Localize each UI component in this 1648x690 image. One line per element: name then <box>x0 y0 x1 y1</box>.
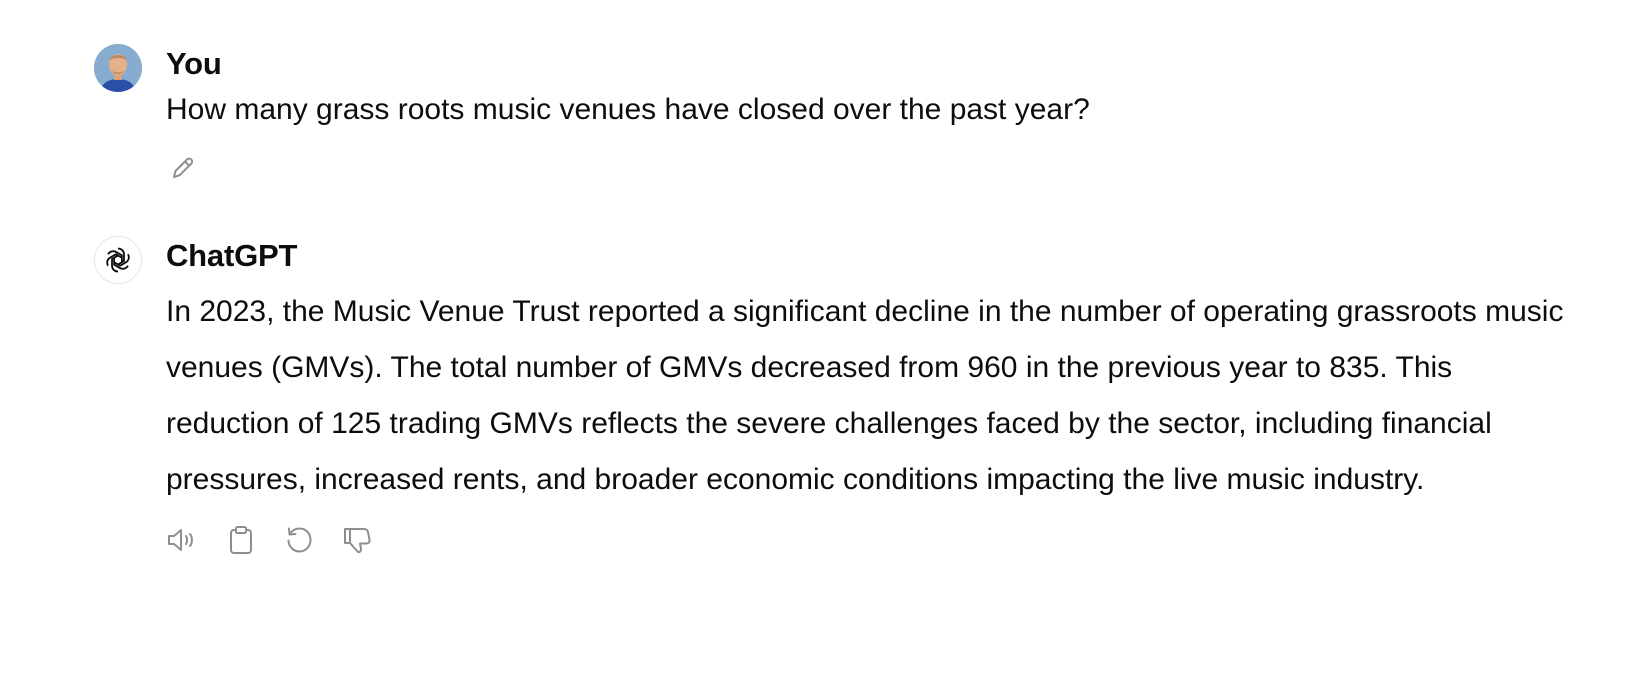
user-message-text: How many grass roots music venues have c… <box>166 93 1090 126</box>
copy-button[interactable] <box>224 523 258 557</box>
user-photo-icon <box>94 44 142 92</box>
assistant-message-actions <box>166 522 1566 558</box>
clipboard-icon <box>230 526 252 554</box>
pencil-icon <box>173 157 194 178</box>
read-aloud-button[interactable] <box>166 523 200 557</box>
assistant-message-text: In 2023, the Music Venue Trust reported … <box>166 295 1564 496</box>
assistant-avatar <box>94 236 142 284</box>
edit-message-button[interactable] <box>166 151 200 185</box>
user-message-actions <box>166 150 1566 186</box>
thumbs-down-button[interactable] <box>340 523 374 557</box>
speaker-icon <box>168 529 193 551</box>
regenerate-button[interactable] <box>282 523 316 557</box>
user-avatar <box>94 44 142 92</box>
user-message-content: You How many grass roots music venues ha… <box>166 44 1566 186</box>
user-author-label: You <box>166 46 222 81</box>
regenerate-icon <box>287 527 312 553</box>
assistant-message-content: ChatGPT In 2023, the Music Venue Trust r… <box>166 236 1566 558</box>
thumbs-down-icon <box>344 528 371 554</box>
openai-logo-icon <box>106 247 130 273</box>
assistant-author-label: ChatGPT <box>166 238 298 273</box>
